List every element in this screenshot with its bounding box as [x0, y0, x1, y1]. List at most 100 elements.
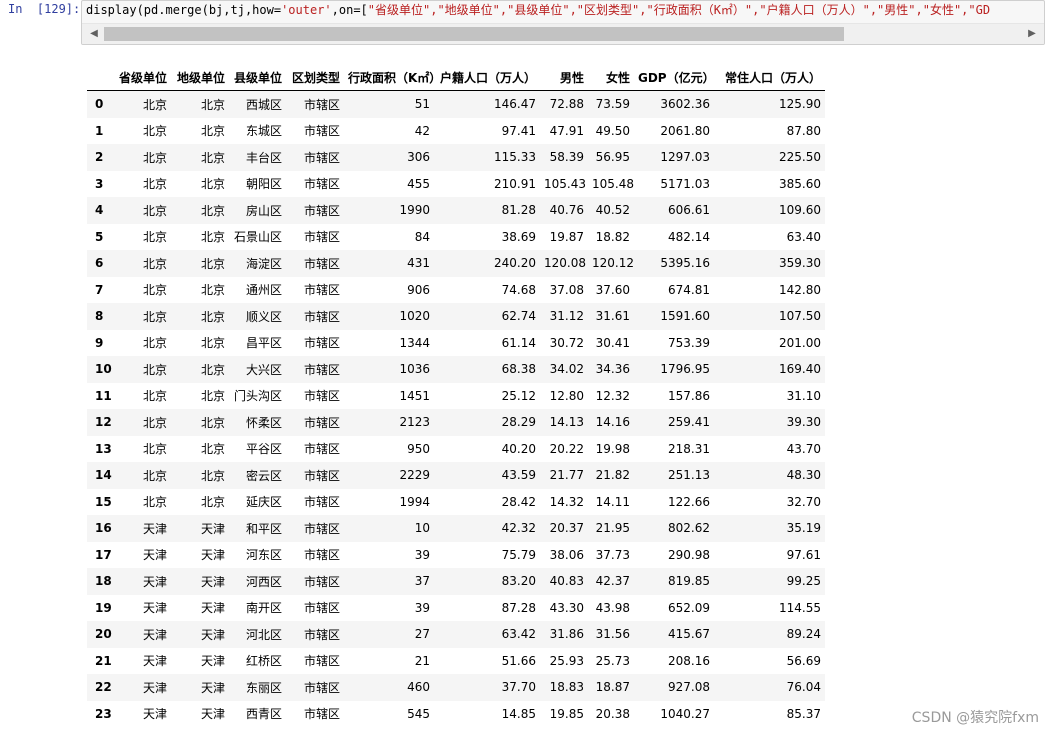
table-cell: 460 — [407, 680, 430, 695]
table-cell: 306 — [407, 150, 430, 165]
table-cell: 延庆区 — [245, 495, 282, 510]
table-cell: 56.69 — [786, 653, 821, 668]
table-cell: 42 — [414, 123, 430, 138]
table-cell: 18.83 — [549, 680, 584, 695]
table-cell: 和平区 — [245, 521, 282, 536]
table-cell: 北京 — [200, 256, 225, 271]
row-index: 23 — [95, 706, 112, 721]
table-cell: 48.30 — [786, 468, 821, 483]
table-cell: 74.68 — [501, 282, 536, 297]
table-row: 15 北京 北京 延庆区 市辖区 1994 28.42 14.32 14.11 122.66 32.… — [87, 489, 825, 516]
table-cell: 北京 — [142, 150, 167, 165]
table-cell: 5171.03 — [660, 176, 710, 191]
code-input-area[interactable]: display(pd.merge(bj,tj,how='outer',on=["… — [81, 0, 1045, 45]
table-cell: 1036 — [399, 362, 430, 377]
table-cell: 89.24 — [786, 627, 821, 642]
table-cell: 290.98 — [668, 547, 710, 562]
table-cell: 门头沟区 — [233, 389, 282, 404]
table-cell: 201.00 — [779, 335, 821, 350]
table-cell: 天津 — [200, 680, 225, 695]
column-header: 行政面积（K㎡） — [344, 64, 441, 91]
table-cell: 市辖区 — [303, 574, 340, 589]
table-cell: 北京 — [200, 415, 225, 430]
table-cell: 北京 — [142, 495, 167, 510]
table-cell: 32.70 — [786, 494, 821, 509]
table-cell: 753.39 — [668, 335, 710, 350]
triangle-right-icon[interactable]: ▶ — [1026, 28, 1038, 40]
table-row: 1 北京 北京 东城区 市辖区 42 97.41 47.91 49.50 2061.80 87.80 — [87, 118, 825, 145]
table-cell: 市辖区 — [303, 548, 340, 563]
row-index: 12 — [95, 415, 112, 430]
table-cell: 76.04 — [786, 680, 821, 695]
table-cell: 河北区 — [245, 627, 282, 642]
table-cell: 37.70 — [501, 680, 536, 695]
column-header: 区划类型 — [286, 64, 344, 91]
table-cell: 30.41 — [595, 335, 630, 350]
table-cell: 37.60 — [595, 282, 630, 297]
row-index: 13 — [95, 441, 112, 456]
code-line[interactable]: display(pd.merge(bj,tj,how='outer',on=["… — [86, 3, 990, 18]
row-index: 3 — [95, 176, 104, 191]
table-cell: 84 — [414, 229, 430, 244]
table-cell: 58.39 — [549, 150, 584, 165]
table-cell: 146.47 — [494, 97, 536, 112]
scrollbar-thumb[interactable] — [104, 27, 844, 41]
row-index: 22 — [95, 680, 112, 695]
row-index: 10 — [95, 362, 112, 377]
table-cell: 385.60 — [779, 176, 821, 191]
table-row: 7 北京 北京 通州区 市辖区 906 74.68 37.08 37.60 674.81 142.8… — [87, 277, 825, 304]
row-index: 5 — [95, 229, 104, 244]
table-cell: 市辖区 — [303, 336, 340, 351]
table-cell: 1020 — [399, 309, 430, 324]
table-cell: 21.95 — [595, 521, 630, 536]
table-cell: 北京 — [142, 442, 167, 457]
table-cell: 北京 — [200, 468, 225, 483]
table-row: 16 天津 天津 和平区 市辖区 10 42.32 20.37 21.95 802.62 35.19 — [87, 515, 825, 542]
cell-output: 省级单位 地级单位 县级单位 区划类型 行政面积（K㎡） 户籍人口（万人） 男性 女性 GDP（… — [87, 64, 825, 727]
horizontal-scrollbar[interactable]: ◀ ▶ — [82, 23, 1044, 44]
table-cell: 市辖区 — [303, 442, 340, 457]
row-index: 19 — [95, 600, 112, 615]
table-cell: 1451 — [399, 388, 430, 403]
table-cell: 东城区 — [245, 124, 282, 139]
triangle-left-icon[interactable]: ◀ — [88, 28, 100, 40]
table-cell: 北京 — [200, 283, 225, 298]
table-cell: 30.72 — [549, 335, 584, 350]
table-cell: 61.14 — [501, 335, 536, 350]
table-cell: 21.82 — [595, 468, 630, 483]
table-cell: 37 — [414, 574, 430, 589]
table-cell: 259.41 — [668, 415, 710, 430]
table-cell: 115.33 — [494, 150, 536, 165]
row-index: 9 — [95, 335, 104, 350]
table-cell: 14.11 — [595, 494, 630, 509]
table-cell: 市辖区 — [303, 177, 340, 192]
row-index: 18 — [95, 574, 112, 589]
index-header — [87, 64, 115, 91]
table-cell: 73.59 — [595, 97, 630, 112]
table-cell: 674.81 — [668, 282, 710, 297]
table-cell: 652.09 — [668, 600, 710, 615]
table-cell: 142.80 — [779, 282, 821, 297]
table-cell: 950 — [407, 441, 430, 456]
table-cell: 天津 — [142, 548, 167, 563]
table-cell: 1040.27 — [660, 706, 710, 721]
table-cell: 天津 — [200, 627, 225, 642]
table-cell: 红桥区 — [245, 654, 282, 669]
table-cell: 北京 — [200, 309, 225, 324]
table-cell: 99.25 — [786, 574, 821, 589]
table-cell: 31.12 — [549, 309, 584, 324]
table-cell: 市辖区 — [303, 124, 340, 139]
table-cell: 市辖区 — [303, 415, 340, 430]
table-cell: 天津 — [142, 707, 167, 722]
table-cell: 906 — [407, 282, 430, 297]
table-cell: 北京 — [142, 203, 167, 218]
table-cell: 14.32 — [549, 494, 584, 509]
table-cell: 2123 — [399, 415, 430, 430]
table-cell: 市辖区 — [303, 97, 340, 112]
table-cell: 海淀区 — [245, 256, 282, 271]
table-cell: 25.73 — [595, 653, 630, 668]
row-index: 15 — [95, 494, 112, 509]
table-cell: 18.82 — [595, 229, 630, 244]
table-cell: 天津 — [200, 548, 225, 563]
table-cell: 49.50 — [595, 123, 630, 138]
